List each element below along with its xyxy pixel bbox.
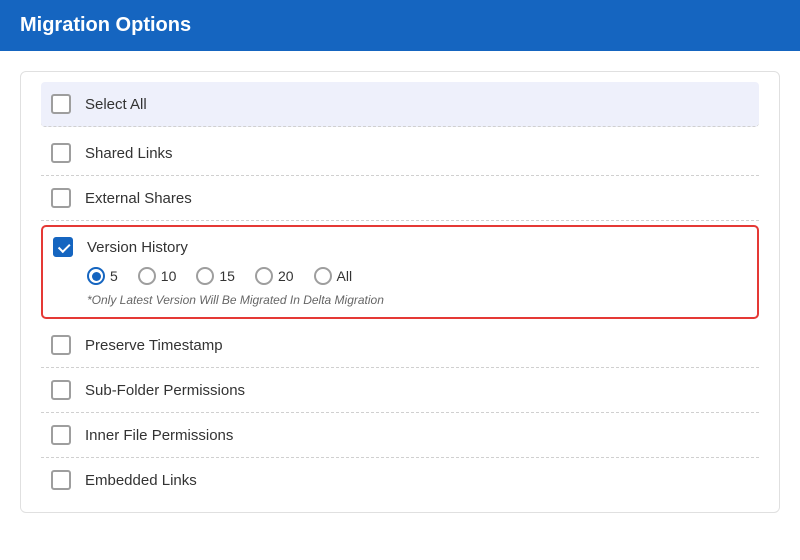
radio-all-label: All — [337, 268, 353, 284]
radio-all[interactable]: All — [314, 267, 353, 285]
sub-folder-permissions-row: Sub-Folder Permissions — [41, 368, 759, 413]
preserve-timestamp-label: Preserve Timestamp — [85, 337, 223, 354]
header: Migration Options — [0, 0, 800, 51]
version-note: *Only Latest Version Will Be Migrated In… — [87, 293, 747, 307]
sub-folder-permissions-label: Sub-Folder Permissions — [85, 382, 245, 399]
options-card: Select All Shared Links External Shares … — [20, 71, 780, 513]
radio-15-label: 15 — [219, 268, 235, 284]
radio-all-outer — [314, 267, 332, 285]
radio-15[interactable]: 15 — [196, 267, 235, 285]
version-history-header: Version History — [53, 237, 747, 257]
select-all-label: Select All — [85, 96, 147, 113]
radio-10-label: 10 — [161, 268, 177, 284]
radio-5-label: 5 — [110, 268, 118, 284]
version-history-radio-group: 5 10 15 20 — [87, 267, 747, 285]
version-history-label: Version History — [87, 239, 188, 256]
embedded-links-label: Embedded Links — [85, 472, 197, 489]
inner-file-permissions-label: Inner File Permissions — [85, 427, 233, 444]
content-area: Select All Shared Links External Shares … — [0, 51, 800, 560]
page-container: Migration Options Select All Shared Link… — [0, 0, 800, 560]
preserve-timestamp-checkbox[interactable] — [51, 335, 71, 355]
inner-file-permissions-checkbox[interactable] — [51, 425, 71, 445]
page-title: Migration Options — [20, 14, 191, 37]
inner-file-permissions-row: Inner File Permissions — [41, 413, 759, 458]
radio-20[interactable]: 20 — [255, 267, 294, 285]
select-all-row: Select All — [41, 82, 759, 127]
external-shares-row: External Shares — [41, 176, 759, 221]
radio-20-label: 20 — [278, 268, 294, 284]
radio-5-inner — [92, 272, 101, 281]
shared-links-row: Shared Links — [41, 131, 759, 176]
radio-10[interactable]: 10 — [138, 267, 177, 285]
shared-links-checkbox[interactable] — [51, 143, 71, 163]
radio-10-outer — [138, 267, 156, 285]
external-shares-label: External Shares — [85, 190, 192, 207]
version-history-block: Version History 5 10 — [41, 225, 759, 319]
preserve-timestamp-row: Preserve Timestamp — [41, 323, 759, 368]
radio-5[interactable]: 5 — [87, 267, 118, 285]
sub-folder-permissions-checkbox[interactable] — [51, 380, 71, 400]
embedded-links-row: Embedded Links — [41, 458, 759, 502]
select-all-checkbox[interactable] — [51, 94, 71, 114]
radio-15-outer — [196, 267, 214, 285]
radio-5-outer — [87, 267, 105, 285]
shared-links-label: Shared Links — [85, 145, 173, 162]
embedded-links-checkbox[interactable] — [51, 470, 71, 490]
version-history-checkbox[interactable] — [53, 237, 73, 257]
radio-20-outer — [255, 267, 273, 285]
external-shares-checkbox[interactable] — [51, 188, 71, 208]
